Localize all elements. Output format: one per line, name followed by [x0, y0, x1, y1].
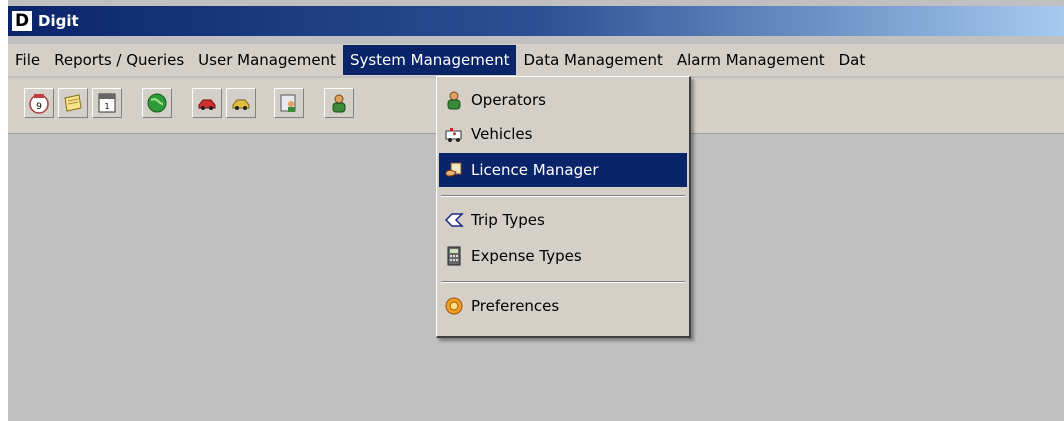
car-red-icon	[198, 99, 216, 110]
menu-user-management[interactable]: User Management	[191, 45, 343, 75]
menu-data-management[interactable]: Data Management	[516, 45, 669, 75]
menu-item-label: Trip Types	[471, 211, 545, 229]
document-person-icon	[280, 94, 296, 112]
toolbar-button-notepad[interactable]	[58, 88, 88, 118]
menu-item-preferences[interactable]: Preferences	[439, 289, 687, 323]
calendar-day-icon: 9	[29, 94, 49, 114]
notepad-icon	[64, 94, 82, 112]
menu-separator	[441, 281, 685, 283]
menu-item-label: Expense Types	[471, 247, 582, 265]
menu-item-licence-manager[interactable]: Licence Manager	[439, 153, 687, 187]
menu-separator	[441, 195, 685, 197]
operator-icon	[332, 94, 346, 113]
menu-item-label: Vehicles	[471, 125, 533, 143]
menu-item-label: Preferences	[471, 297, 560, 315]
calculator-icon	[443, 245, 465, 267]
toolbar-button-operator[interactable]	[324, 88, 354, 118]
menu-dat[interactable]: Dat	[832, 45, 873, 75]
toolbar-button-calendar-month[interactable]: 1	[92, 88, 122, 118]
app-logo-icon: D	[12, 11, 32, 31]
system-management-menu: Operators Vehicles Licence Manager Trip …	[436, 76, 691, 338]
svg-text:9: 9	[36, 102, 42, 112]
menu-item-label: Operators	[471, 91, 546, 109]
calendar-month-icon: 1	[98, 93, 116, 113]
toolbar-button-calendar-day[interactable]: 9	[24, 88, 54, 118]
menu-item-expense-types[interactable]: Expense Types	[439, 239, 687, 273]
menu-system-management[interactable]: System Management	[342, 45, 517, 75]
menu-file[interactable]: File	[8, 45, 47, 75]
operator-icon	[443, 89, 465, 111]
toolbar-button-car-yellow[interactable]	[226, 88, 256, 118]
menu-reports-queries[interactable]: Reports / Queries	[47, 45, 191, 75]
toolbar-button-globe[interactable]	[142, 88, 172, 118]
menu-item-trip-types[interactable]: Trip Types	[439, 203, 687, 237]
app-window: D Digit File Reports / Queries User Mana…	[8, 0, 1064, 421]
ambulance-icon	[443, 123, 465, 145]
toolbar-button-car-red[interactable]	[192, 88, 222, 118]
menu-item-label: Licence Manager	[471, 161, 599, 179]
gear-icon	[443, 295, 465, 317]
window-title: Digit	[38, 12, 79, 30]
menu-alarm-management[interactable]: Alarm Management	[670, 45, 832, 75]
svg-text:1: 1	[104, 102, 109, 111]
title-bar[interactable]: D Digit	[8, 6, 1064, 36]
tag-icon	[443, 209, 465, 231]
globe-icon	[147, 93, 167, 113]
licence-hand-icon	[443, 159, 465, 181]
menu-item-vehicles[interactable]: Vehicles	[439, 117, 687, 151]
menu-bar: File Reports / Queries User Management S…	[8, 44, 1064, 76]
toolbar-button-document-person[interactable]	[274, 88, 304, 118]
menu-item-operators[interactable]: Operators	[439, 83, 687, 117]
car-yellow-icon	[232, 99, 250, 110]
